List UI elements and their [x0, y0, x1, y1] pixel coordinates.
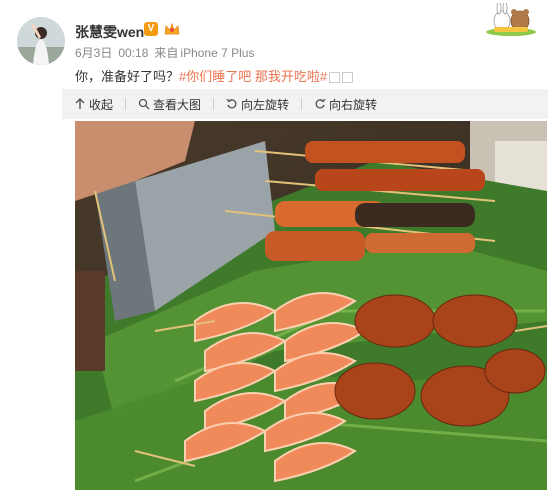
rotate-right-label: 向右旋转 [329, 97, 378, 112]
toolbar-divider [125, 98, 127, 110]
toolbar-divider [213, 98, 215, 110]
emoji-icon [329, 72, 341, 84]
arrow-up-icon [75, 98, 85, 109]
rotate-right-button[interactable]: 向右旋转 [314, 96, 377, 113]
avatar[interactable] [17, 17, 65, 65]
post-date[interactable]: 6月3日 [75, 46, 112, 60]
rotate-left-icon [226, 98, 237, 109]
post-device[interactable]: iPhone 7 Plus [180, 46, 254, 60]
view-large-label: 查看大图 [153, 97, 202, 112]
sticker-decoration-icon [486, 3, 536, 36]
collapse-button[interactable]: 收起 [74, 96, 113, 113]
rotate-left-label: 向左旋转 [241, 97, 290, 112]
food-photo-image [75, 121, 547, 490]
source-prefix: 来自 [154, 46, 179, 60]
magnifier-icon [138, 98, 150, 110]
view-large-button[interactable]: 查看大图 [138, 96, 201, 113]
rotate-left-button[interactable]: 向左旋转 [226, 96, 289, 113]
post-photo[interactable] [75, 121, 547, 490]
post-text-plain: 你，准备好了吗？ [75, 69, 180, 84]
verified-badge[interactable]: V [144, 22, 158, 36]
emoji-icon [342, 72, 354, 84]
crown-icon[interactable] [163, 21, 181, 37]
post-meta: 6月3日 00:18 来自 iPhone 7 Plus [75, 44, 260, 61]
post-hashtag[interactable]: #你们睡了吧 那我开吃啦# [179, 69, 327, 84]
username[interactable]: 张慧雯wen [75, 22, 144, 42]
post-time[interactable]: 00:18 [118, 46, 148, 60]
toolbar-divider [301, 98, 303, 110]
avatar-image [17, 17, 65, 65]
image-toolbar: 收起 查看大图 向左旋转 向右旋转 [62, 89, 548, 119]
rotate-right-icon [315, 98, 326, 109]
post-text: 你，准备好了吗？#你们睡了吧 那我开吃啦# [75, 66, 354, 85]
collapse-label: 收起 [89, 97, 114, 112]
